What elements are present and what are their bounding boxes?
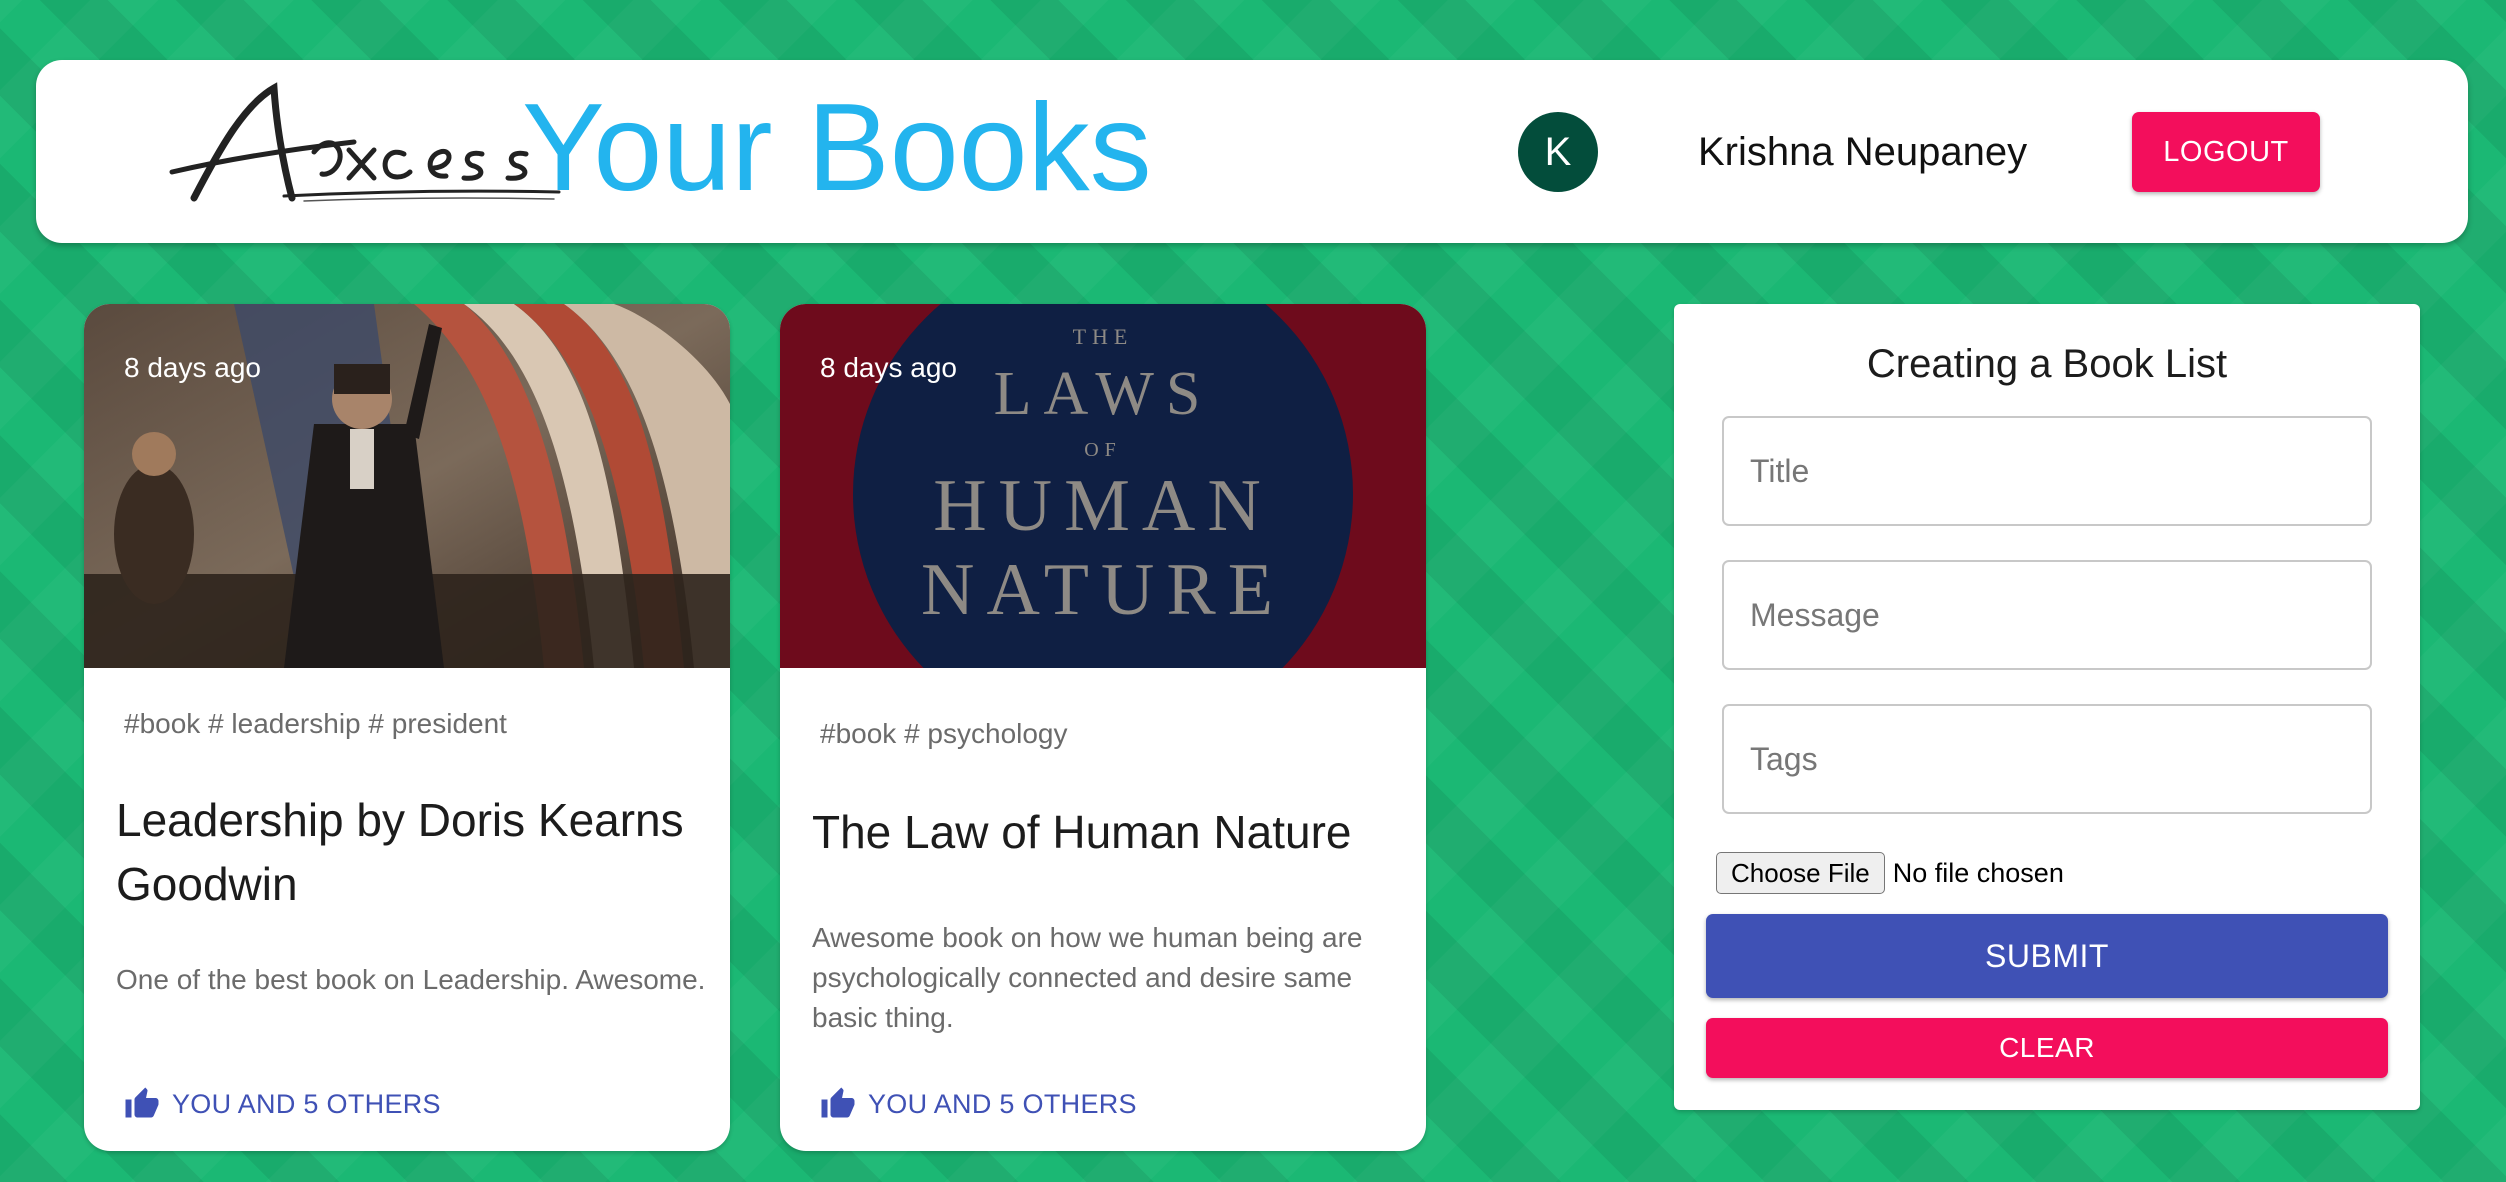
post-title: The Law of Human Nature — [812, 806, 1352, 858]
like-count-label: YOU AND 5 OTHERS — [868, 1089, 1137, 1119]
brand-script-logo — [164, 80, 564, 220]
post-image: THE LAWS OF HUMAN NATURE 8 days ago — [780, 304, 1426, 668]
thumb-up-icon — [125, 1087, 159, 1118]
app-bar: Your Books K Krishna Neupaney LOGOUT — [36, 60, 2468, 243]
thumb-up-icon — [821, 1087, 855, 1118]
post-title: Leadership by Doris Kearns Goodwin — [116, 794, 684, 910]
like-button[interactable]: YOU AND 5 OTHERS — [820, 1084, 1137, 1124]
form-heading: Creating a Book List — [1866, 342, 2228, 386]
file-status: No file chosen — [1892, 857, 2064, 888]
clear-button[interactable]: CLEAR — [1706, 1018, 2388, 1078]
logout-button[interactable]: LOGOUT — [2132, 112, 2320, 192]
message-input[interactable]: Message — [1722, 560, 2372, 670]
like-button[interactable]: YOU AND 5 OTHERS — [124, 1084, 441, 1124]
submit-button[interactable]: SUBMIT — [1706, 914, 2388, 998]
cover-line-the: THE — [1073, 324, 1134, 349]
avatar[interactable]: K — [1518, 112, 1598, 192]
file-upload: Choose File No file chosen — [1716, 852, 2064, 894]
post-message: Awesome book on how we human being are p… — [812, 922, 1363, 1033]
post-card: THE LAWS OF HUMAN NATURE 8 days ago #boo… — [780, 304, 1426, 1151]
post-tags: #book # leadership # president — [124, 708, 507, 739]
like-count-label: YOU AND 5 OTHERS — [172, 1089, 441, 1119]
cover-line-laws: LAWS — [994, 360, 1213, 428]
post-message: One of the best book on Leadership. Awes… — [116, 964, 706, 995]
username: Krishna Neupaney — [1698, 130, 2028, 174]
post-card: 8 days ago #book # leadership # presiden… — [84, 304, 730, 1151]
title-input[interactable]: Title — [1722, 416, 2372, 526]
post-timestamp: 8 days ago — [820, 352, 957, 383]
create-book-form: Creating a Book List Title Message Tags … — [1674, 304, 2420, 1110]
post-tags: #book # psychology — [820, 718, 1068, 749]
tags-input[interactable]: Tags — [1722, 704, 2372, 814]
brand-title: Your Books — [522, 79, 1152, 217]
cover-line-nature: NATURE — [921, 549, 1285, 631]
post-image: 8 days ago — [84, 304, 730, 668]
cover-line-of: OF — [1084, 439, 1122, 461]
cover-line-human: HUMAN — [933, 465, 1273, 547]
choose-file-button[interactable]: Choose File — [1716, 852, 1885, 894]
post-timestamp: 8 days ago — [124, 352, 261, 383]
